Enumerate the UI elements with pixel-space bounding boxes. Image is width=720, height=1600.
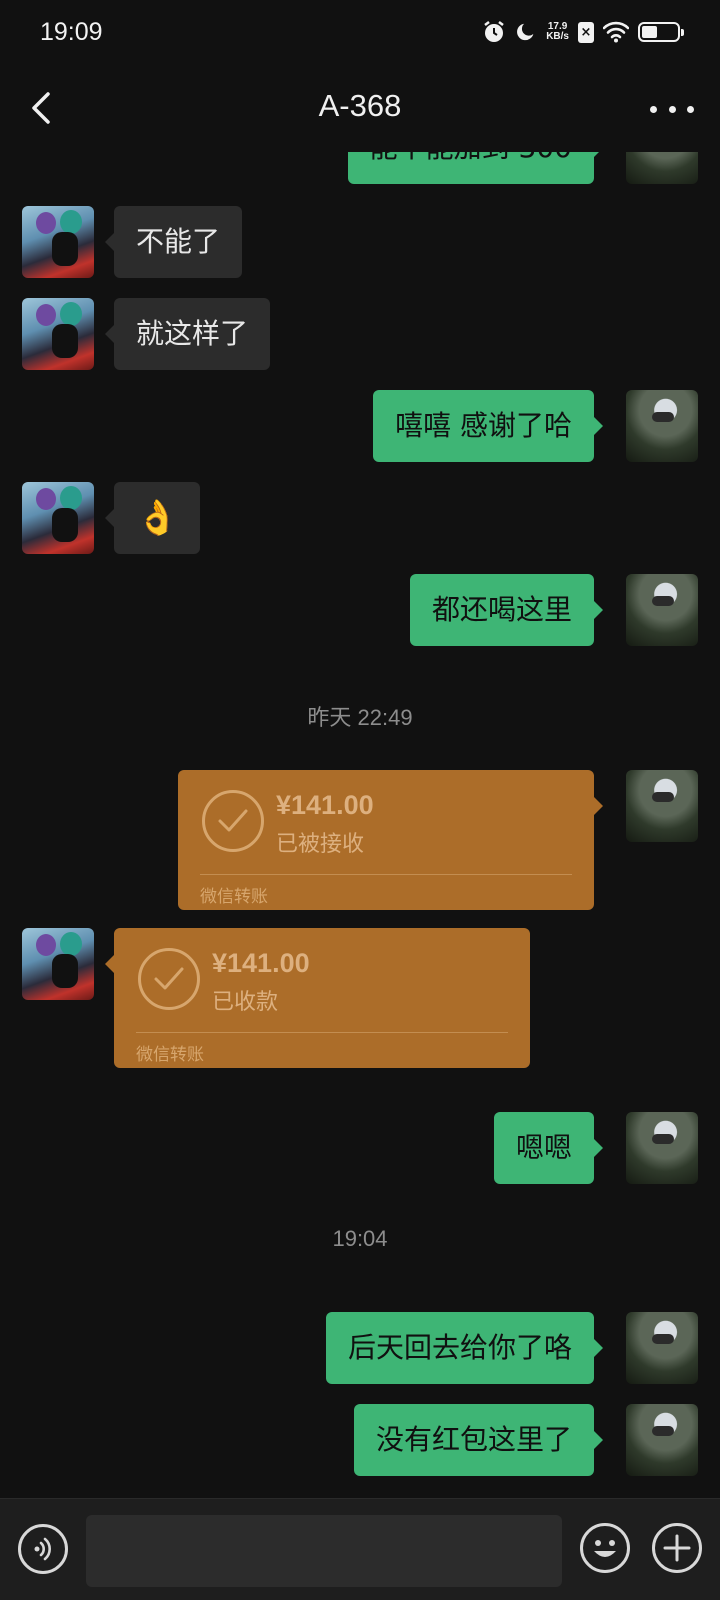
message-bubble[interactable]: 没有红包这里了 [353,1404,604,1476]
message-bubble[interactable]: 不能了 [104,206,243,278]
avatar-friend[interactable] [22,482,94,554]
plus-icon [663,1534,691,1562]
transfer-label: 微信转账 [200,887,268,907]
check-circle-icon [138,948,200,1010]
timestamp: 昨天 22:49 [307,705,413,730]
transfer-status: 已收款 [212,990,279,1015]
avatar-self[interactable] [626,390,698,462]
transfer-card[interactable]: ¥141.00 已被接收 微信转账 [178,770,603,910]
avatar-self[interactable] [626,770,698,842]
emoji-icon [594,1540,616,1557]
speed-indicator: 17.9 KB/s [546,21,569,42]
status-icons: 17.9 KB/s × [482,20,684,44]
status-time: 19:09 [40,18,103,46]
emoji-button[interactable] [580,1523,630,1573]
more-button[interactable] [650,92,694,126]
sim-icon: × [578,21,594,43]
divider [200,874,572,875]
transfer-status: 已被接收 [276,832,365,857]
message-bubble[interactable]: 后天回去给你了咯 [325,1312,604,1384]
divider [136,1032,508,1033]
transfer-amount: ¥141.00 [212,948,310,978]
message-input[interactable] [86,1515,562,1587]
message-bubble[interactable]: 嘻嘻 感谢了哈 [373,390,603,462]
avatar-friend[interactable] [22,206,94,278]
avatar-friend[interactable] [22,298,94,370]
message-list[interactable]: 能不能加到 300 不能了 就这样了 嘻嘻 感谢了哈 👌 都还喝这里 昨天 22… [0,152,720,1498]
chat-header: A-368 [0,66,720,152]
wifi-icon [603,21,629,43]
avatar-friend[interactable] [22,928,94,1000]
moon-icon [517,23,534,41]
message-bubble[interactable]: 嗯嗯 [493,1112,604,1184]
plus-button[interactable] [652,1523,702,1573]
message-bubble[interactable]: 就这样了 [104,298,271,370]
transfer-label: 微信转账 [136,1045,204,1065]
avatar-self[interactable] [626,574,698,646]
avatar-self[interactable] [626,152,698,184]
alarm-icon [484,21,504,42]
ok-hand-emoji[interactable]: 👌 [104,482,201,554]
avatar-self[interactable] [626,1404,698,1476]
message-bubble[interactable]: 能不能加到 300 [347,152,604,184]
avatar-self[interactable] [626,1312,698,1384]
battery-icon [638,22,684,42]
battery-fill [642,26,658,38]
avatar-self[interactable] [626,1112,698,1184]
transfer-amount: ¥141.00 [276,790,374,820]
voice-button[interactable] [18,1524,68,1574]
check-circle-icon [202,790,264,852]
status-bar: 19:09 17.9 KB/s × [0,0,720,66]
message-bubble[interactable]: 都还喝这里 [409,574,604,646]
more-dots-icon [650,105,657,113]
timestamp: 19:04 [332,1226,388,1251]
input-bar [0,1498,720,1600]
transfer-card[interactable]: ¥141.00 已收款 微信转账 [105,928,530,1068]
voice-icon [34,1537,51,1561]
chat-title: A-368 [318,88,402,123]
